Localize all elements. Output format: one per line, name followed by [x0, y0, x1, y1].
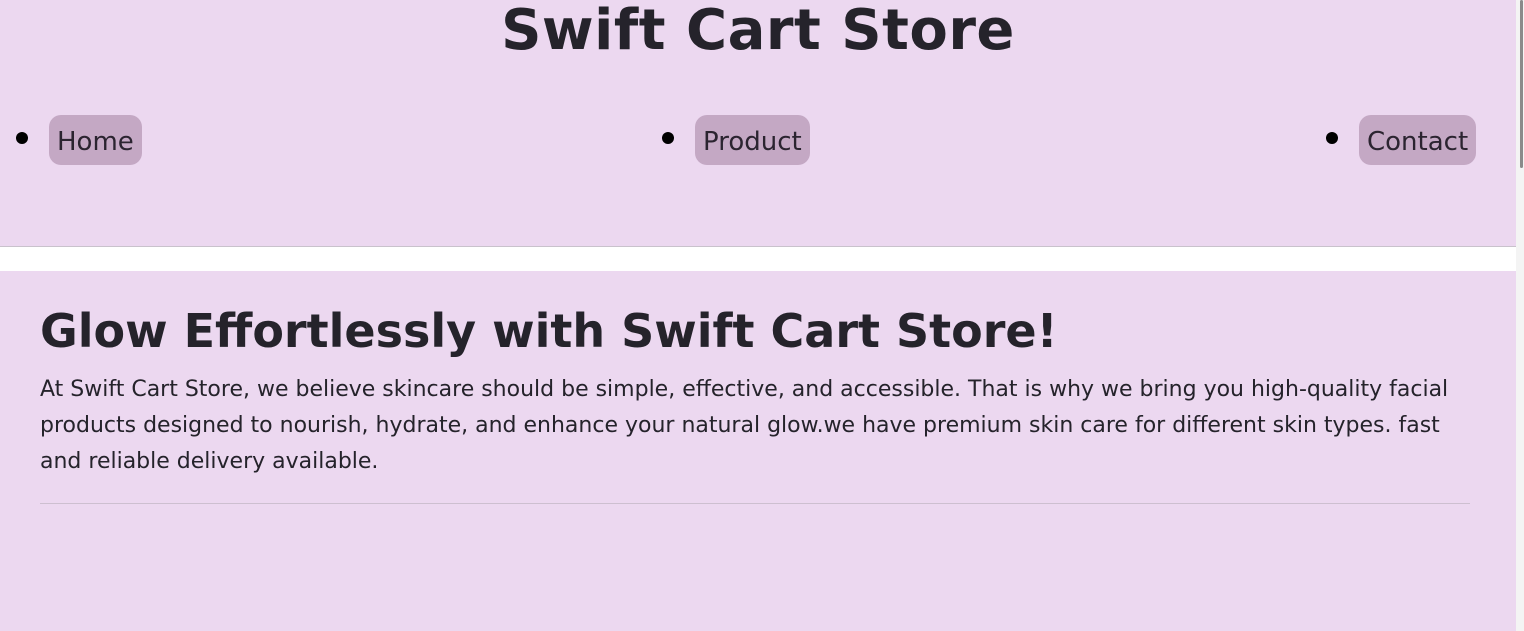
- vertical-scrollbar[interactable]: [1516, 0, 1524, 631]
- hero-section: Glow Effortlessly with Swift Cart Store!…: [0, 271, 1516, 631]
- bullet-icon: [16, 132, 28, 144]
- site-title: Swift Cart Store: [501, 0, 1015, 63]
- scrollbar-thumb[interactable]: [1520, 0, 1523, 168]
- divider: [40, 503, 1470, 504]
- bullet-icon: [1326, 132, 1338, 144]
- nav-link-home[interactable]: Home: [49, 115, 142, 165]
- section-gap: [0, 247, 1516, 271]
- hero-description: At Swift Cart Store, we believe skincare…: [40, 377, 1449, 474]
- nav-link-product[interactable]: Product: [695, 115, 810, 165]
- hero-heading: Glow Effortlessly with Swift Cart Store!: [40, 304, 1058, 358]
- page: Swift Cart Store Home Product Contact Gl…: [0, 0, 1516, 631]
- bullet-icon: [662, 132, 674, 144]
- nav-link-contact[interactable]: Contact: [1359, 115, 1477, 165]
- site-header: Swift Cart Store Home Product Contact: [0, 0, 1516, 247]
